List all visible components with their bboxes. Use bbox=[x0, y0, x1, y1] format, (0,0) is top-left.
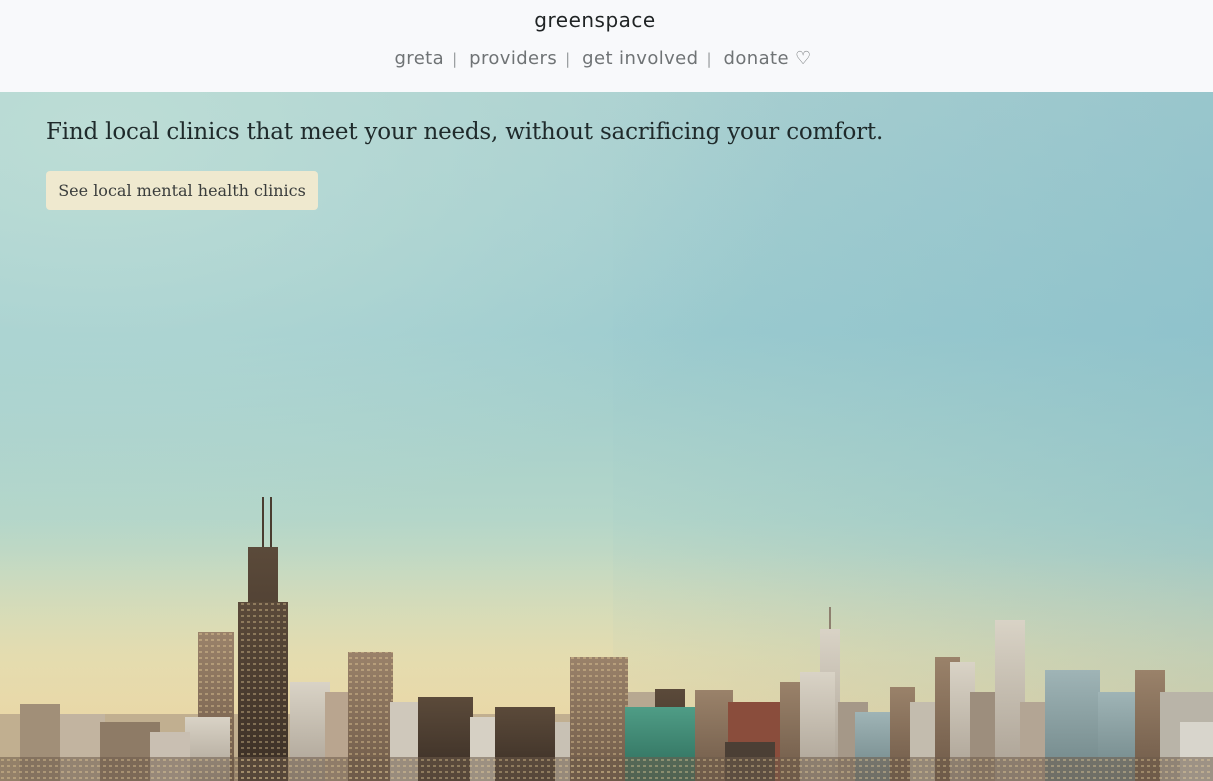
nav-separator: | bbox=[706, 50, 712, 68]
heart-icon: ♡ bbox=[794, 48, 812, 69]
page: greenspace greta | providers | get involved |… bbox=[0, 0, 1213, 781]
nav-separator: | bbox=[452, 50, 458, 68]
nav-item-providers[interactable]: providers bbox=[469, 48, 557, 69]
nav-separator: | bbox=[565, 50, 571, 68]
site-header: greenspace greta | providers | get involved |… bbox=[0, 0, 1213, 92]
main-nav: greta | providers | get involved | donate ♡ bbox=[0, 48, 1206, 69]
nav-item-greta[interactable]: greta bbox=[394, 48, 444, 69]
nav-item-get-involved[interactable]: get involved bbox=[582, 48, 698, 69]
see-clinics-button[interactable]: See local mental health clinics bbox=[46, 171, 318, 210]
hero-headline: Find local clinics that meet your needs,… bbox=[46, 119, 884, 145]
nav-item-donate[interactable]: donate ♡ bbox=[724, 48, 812, 69]
hero-section: Find local clinics that meet your needs,… bbox=[0, 92, 1213, 781]
nav-item-donate-label: donate bbox=[723, 48, 789, 69]
brand-logo[interactable]: greenspace bbox=[0, 8, 1190, 32]
